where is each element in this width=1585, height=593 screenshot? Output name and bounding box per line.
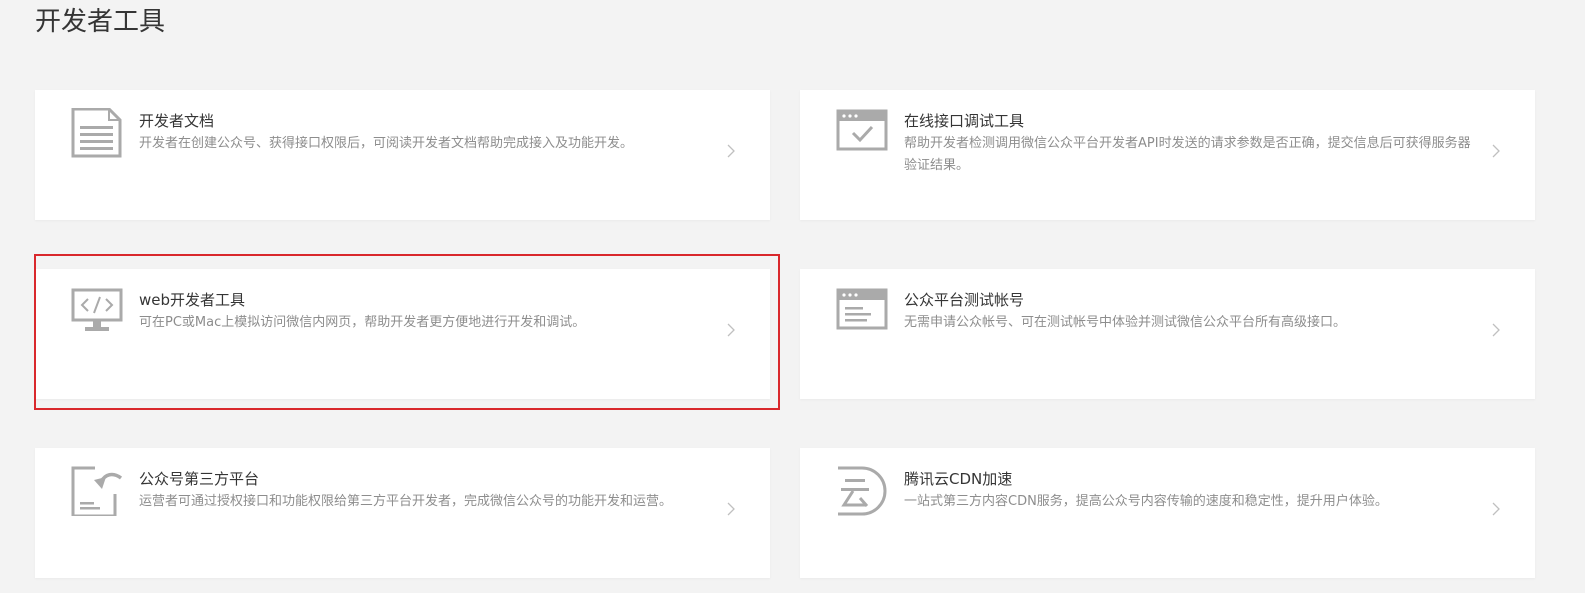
tool-title: 公众号第三方平台 — [139, 470, 260, 488]
tool-card-tencent-cdn[interactable]: 腾讯云CDN加速 一站式第三方内容CDN服务，提高公众号内容传输的速度和稳定性，… — [800, 448, 1535, 578]
chevron-right-icon — [1491, 322, 1501, 338]
tool-title: 腾讯云CDN加速 — [904, 470, 1013, 488]
tool-card-test-account[interactable]: 公众平台测试帐号 无需申请公众帐号、可在测试帐号中体验并测试微信公众平台所有高级… — [800, 269, 1535, 399]
tool-card-api-debug[interactable]: 在线接口调试工具 帮助开发者检测调用微信公众平台开发者API时发送的请求参数是否… — [800, 90, 1535, 220]
doc-return-icon — [71, 466, 123, 516]
tool-description: 可在PC或Mac上模拟访问微信内网页，帮助开发者更方便地进行开发和调试。 — [139, 315, 586, 330]
tool-description: 无需申请公众帐号、可在测试帐号中体验并测试微信公众平台所有高级接口。 — [904, 315, 1347, 330]
tool-description: 运营者可通过授权接口和功能权限给第三方平台开发者，完成微信公众号的功能开发和运营… — [139, 494, 673, 509]
tools-grid: 开发者文档 开发者在创建公众号、获得接口权限后，可阅读开发者文档帮助完成接入及功… — [35, 90, 1535, 578]
tool-description: 帮助开发者检测调用微信公众平台开发者API时发送的请求参数是否正确，提交信息后可… — [904, 136, 1471, 173]
tool-title: 公众平台测试帐号 — [904, 291, 1025, 309]
tool-card-third-party-platform[interactable]: 公众号第三方平台 运营者可通过授权接口和功能权限给第三方平台开发者，完成微信公众… — [35, 448, 770, 578]
tool-card-web-devtools[interactable]: web开发者工具 可在PC或Mac上模拟访问微信内网页，帮助开发者更方便地进行开… — [35, 269, 770, 399]
document-icon — [71, 108, 123, 158]
monitor-code-icon — [71, 287, 123, 337]
page-title: 开发者工具 — [35, 7, 166, 37]
cloud-yun-icon — [836, 466, 888, 516]
browser-list-icon — [836, 287, 888, 337]
tool-card-developer-docs[interactable]: 开发者文档 开发者在创建公众号、获得接口权限后，可阅读开发者文档帮助完成接入及功… — [35, 90, 770, 220]
tool-description: 开发者在创建公众号、获得接口权限后，可阅读开发者文档帮助完成接入及功能开发。 — [139, 136, 634, 151]
tool-description: 一站式第三方内容CDN服务，提高公众号内容传输的速度和稳定性，提升用户体验。 — [904, 494, 1388, 509]
chevron-right-icon — [726, 143, 736, 159]
chevron-right-icon — [1491, 143, 1501, 159]
chevron-right-icon — [726, 322, 736, 338]
tool-title: 开发者文档 — [139, 112, 215, 130]
tool-title: web开发者工具 — [139, 291, 246, 309]
browser-check-icon — [836, 108, 888, 158]
chevron-right-icon — [726, 501, 736, 517]
tool-title: 在线接口调试工具 — [904, 112, 1025, 130]
chevron-right-icon — [1491, 501, 1501, 517]
